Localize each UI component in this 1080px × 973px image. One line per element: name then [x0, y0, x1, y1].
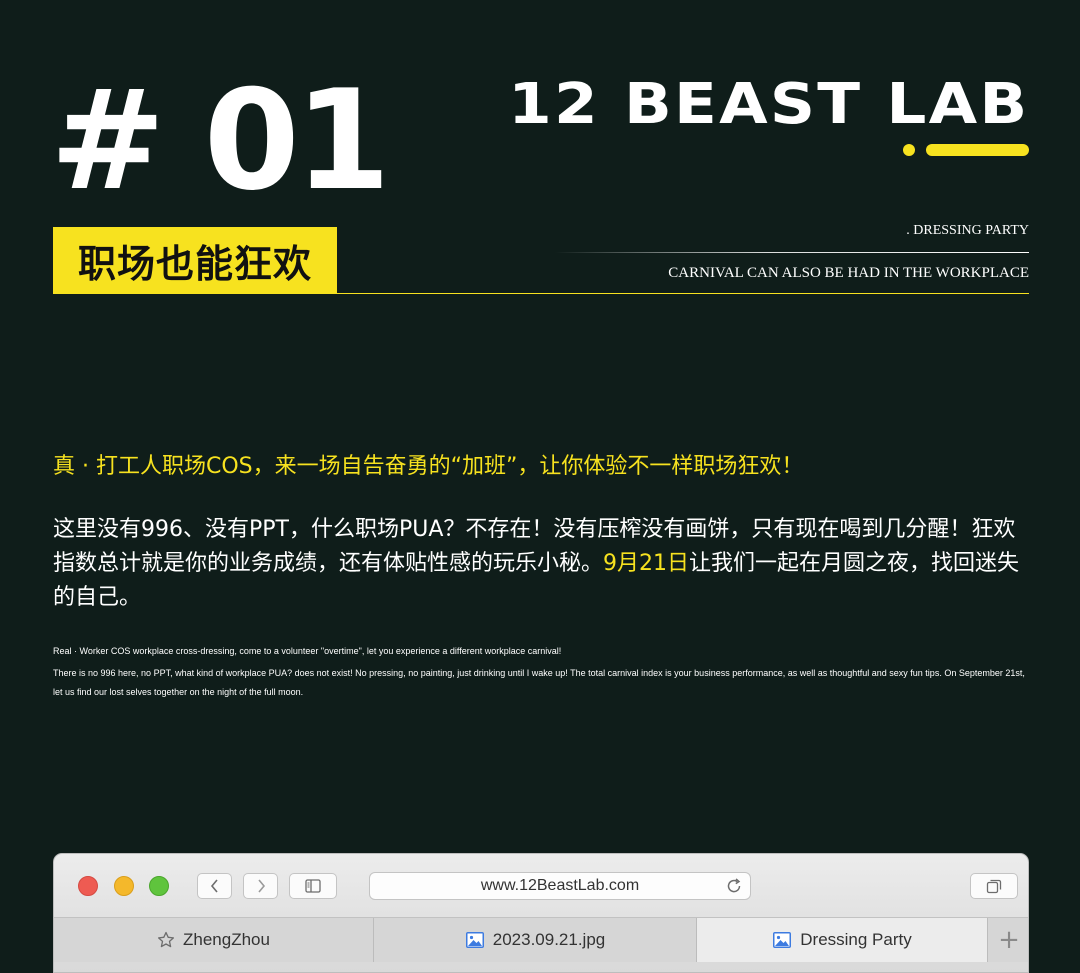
- tab-image-file[interactable]: 2023.09.21.jpg: [374, 918, 697, 962]
- chevron-left-icon: [210, 879, 220, 893]
- tabs-overview-icon: [986, 878, 1002, 894]
- cn-body-text: 这里没有996、没有PPT，什么职场PUA？不存在！没有压榨没有画饼，只有现在喝…: [53, 513, 1031, 615]
- show-tabs-button[interactable]: [970, 873, 1018, 899]
- browser-window: www.12BeastLab.com ZhengZhou 2023.09.21.…: [53, 853, 1029, 973]
- brand-accent-dot: [903, 144, 915, 156]
- title-cn: 职场也能狂欢: [77, 242, 312, 286]
- title-banner: 职场也能狂欢: [53, 227, 337, 294]
- cn-body-date: 9月21日: [603, 551, 690, 576]
- image-icon: [465, 931, 485, 949]
- tab-label: Dressing Party: [800, 930, 912, 949]
- plus-icon: +: [998, 925, 1020, 955]
- sidebar-toggle-button[interactable]: [289, 873, 337, 899]
- zoom-window-button[interactable]: [149, 876, 169, 896]
- image-icon: [772, 931, 792, 949]
- star-icon: [157, 931, 175, 949]
- new-tab-button[interactable]: +: [987, 918, 1028, 962]
- reload-icon[interactable]: [724, 876, 744, 896]
- en-body-text: There is no 996 here, no PPT, what kind …: [53, 668, 1025, 697]
- tab-label: ZhengZhou: [183, 930, 270, 949]
- address-bar[interactable]: www.12BeastLab.com: [369, 872, 751, 900]
- back-button[interactable]: [197, 873, 232, 899]
- brand-accent-bar: [926, 144, 1029, 156]
- subtitle-caption: CARNIVAL CAN ALSO BE HAD IN THE WORKPLAC…: [668, 265, 1029, 281]
- minimize-window-button[interactable]: [114, 876, 134, 896]
- forward-button[interactable]: [243, 873, 278, 899]
- url-text: www.12BeastLab.com: [480, 877, 640, 894]
- chevron-right-icon: [256, 879, 266, 893]
- header-divider: [555, 252, 1029, 253]
- tab-zhengzhou[interactable]: ZhengZhou: [54, 918, 374, 962]
- cn-lead-text: 真 · 打工人职场COS，来一场自告奋勇的“加班”，让你体验不一样职场狂欢！: [53, 454, 804, 479]
- close-window-button[interactable]: [78, 876, 98, 896]
- tab-label: 2023.09.21.jpg: [492, 930, 606, 949]
- en-lead-text: Real · Worker COS workplace cross-dressi…: [53, 646, 562, 656]
- header-underline: [337, 293, 1029, 294]
- subtitle-label: . DRESSING PARTY: [906, 223, 1029, 238]
- sidebar-icon: [305, 879, 321, 893]
- tab-dressing-party[interactable]: Dressing Party: [697, 918, 987, 962]
- brand-logo-text: 12 BEAST LAB: [507, 72, 1029, 137]
- episode-number: # 01: [50, 60, 391, 221]
- tab-strip: ZhengZhou 2023.09.21.jpg Dressing Party …: [54, 917, 1028, 972]
